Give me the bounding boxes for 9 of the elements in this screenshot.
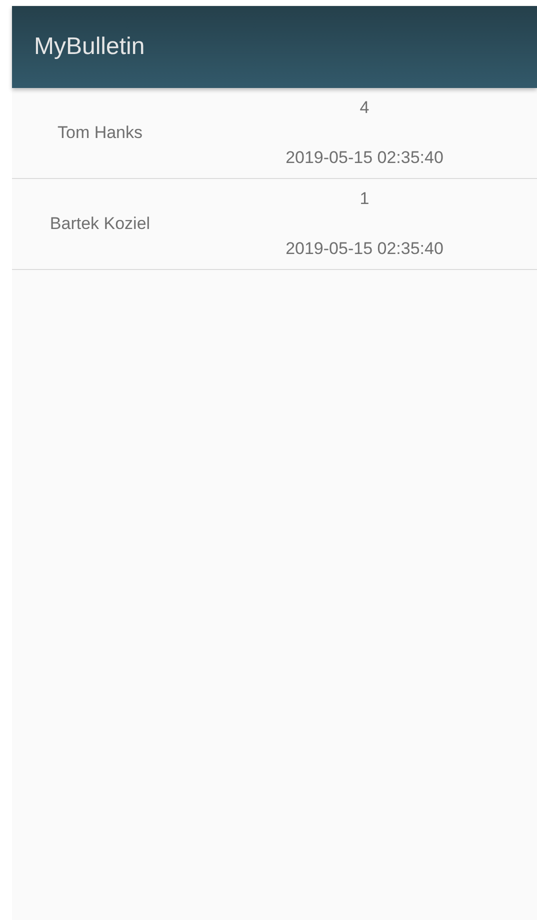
list-item[interactable]: Bartek Koziel 1 2019-05-15 02:35:40	[12, 179, 537, 270]
person-name: Tom Hanks	[57, 123, 143, 143]
post-count: 1	[360, 189, 370, 209]
post-count: 4	[360, 98, 370, 118]
timestamp: 2019-05-15 02:35:40	[286, 148, 444, 168]
app-title: MyBulletin	[34, 33, 145, 61]
timestamp: 2019-05-15 02:35:40	[286, 239, 444, 259]
person-name: Bartek Koziel	[50, 214, 150, 234]
list-item[interactable]: Tom Hanks 4 2019-05-15 02:35:40	[12, 88, 537, 179]
